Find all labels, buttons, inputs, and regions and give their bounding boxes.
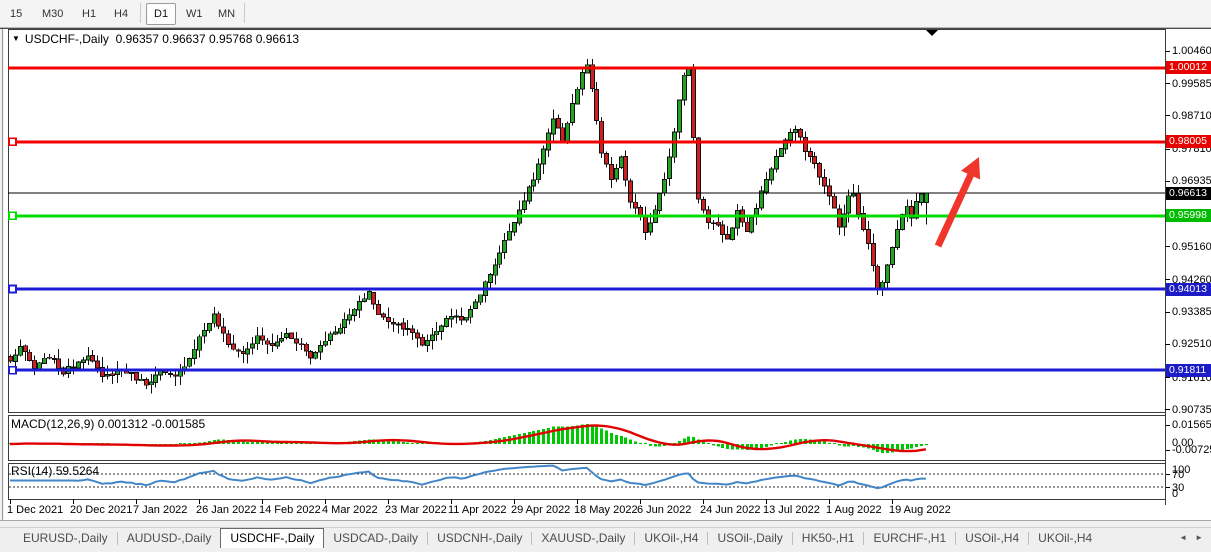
tab-usdcad-daily[interactable]: USDCAD-,Daily	[324, 528, 427, 549]
tab-ukoil-h4[interactable]: UKOil-,H4	[1029, 528, 1101, 549]
rsi-line	[10, 466, 926, 489]
tab-audusd-daily[interactable]: AUDUSD-,Daily	[118, 528, 221, 549]
tab-usoil-daily[interactable]: USOil-,Daily	[708, 528, 791, 549]
tab-usoil-h4[interactable]: USOil-,H4	[956, 528, 1028, 549]
tab-scroll-left-icon[interactable]: ◄	[1175, 528, 1191, 549]
candles-layer	[9, 59, 929, 394]
price-axis-tick-mark	[1165, 409, 1170, 410]
hline-marker	[9, 367, 16, 374]
price-chart-canvas	[0, 0, 1211, 552]
price-axis-tick-mark	[1165, 83, 1170, 84]
price-level-label-0.94013: 0.94013	[1166, 283, 1211, 296]
price-level-label-0.96613: 0.96613	[1166, 187, 1211, 200]
date-axis-label: 13 Jul 2022	[763, 504, 820, 516]
price-axis-tick: 0.95160	[1172, 241, 1211, 253]
level-lines-layer[interactable]	[8, 68, 1165, 374]
price-axis-tick-mark	[1165, 115, 1170, 116]
tab-xauusd-daily[interactable]: XAUUSD-,Daily	[532, 528, 634, 549]
date-axis-label: 26 Jan 2022	[196, 504, 257, 516]
price-level-label-0.91811: 0.91811	[1166, 364, 1211, 377]
price-level-label-0.98005: 0.98005	[1166, 135, 1211, 148]
macd-histogram	[11, 424, 927, 453]
tab-hk50-h1[interactable]: HK50-,H1	[793, 528, 864, 549]
price-axis-tick: 0.92510	[1172, 338, 1211, 350]
date-axis-label: 24 Jun 2022	[700, 504, 761, 516]
price-axis-tick-mark	[1165, 377, 1170, 378]
price-axis-tick: 1.00460	[1172, 45, 1211, 57]
date-axis-label: 14 Feb 2022	[259, 504, 321, 516]
date-axis-label: 18 May 2022	[574, 504, 638, 516]
date-axis-label: 11 Apr 2022	[448, 504, 507, 516]
price-axis-tick-mark	[1165, 344, 1170, 345]
trend-arrow[interactable]	[928, 153, 988, 251]
hline-marker	[9, 286, 16, 293]
price-axis-tick-mark	[1165, 149, 1170, 150]
price-axis-tick: 0.99585	[1172, 78, 1211, 90]
date-axis-label: 29 Apr 2022	[511, 504, 570, 516]
tab-eurusd-daily[interactable]: EURUSD-,Daily	[14, 528, 117, 549]
tab-usdchf-daily[interactable]: USDCHF-,Daily	[220, 528, 324, 549]
date-axis-label: 6 Jun 2022	[637, 504, 691, 516]
price-axis-tick: 0.96935	[1172, 175, 1211, 187]
date-axis-label: 23 Mar 2022	[385, 504, 447, 516]
price-level-label-1.00012: 1.00012	[1166, 61, 1211, 74]
scroll-position-marker	[926, 30, 938, 36]
tab-eurchf-h1[interactable]: EURCHF-,H1	[864, 528, 955, 549]
date-axis-label: 20 Dec 2021	[70, 504, 132, 516]
price-axis-tick-mark	[1165, 181, 1170, 182]
price-axis-tick-mark	[1165, 246, 1170, 247]
date-axis-label: 7 Jan 2022	[133, 504, 187, 516]
bottom-filler	[0, 548, 1211, 552]
hline-marker	[9, 138, 16, 145]
price-axis-tick: 0.98710	[1172, 110, 1211, 122]
tab-scroll-right-icon[interactable]: ►	[1191, 528, 1207, 549]
tab-usdcnh-daily[interactable]: USDCNH-,Daily	[428, 528, 531, 549]
price-level-label-0.95998: 0.95998	[1166, 209, 1211, 222]
date-axis-label: 19 Aug 2022	[889, 504, 951, 516]
price-axis-tick: 0.90735	[1172, 404, 1211, 416]
symbol-tab-bar: EURUSD-,DailyAUDUSD-,DailyUSDCHF-,DailyU…	[0, 527, 1211, 549]
date-axis-label: 1 Dec 2021	[7, 504, 63, 516]
price-axis-tick-mark	[1165, 312, 1170, 313]
date-axis-label: 1 Aug 2022	[826, 504, 882, 516]
macd-signal-line	[10, 426, 926, 452]
tab-ukoil-h4[interactable]: UKOil-,H4	[635, 528, 707, 549]
hline-marker	[9, 212, 16, 219]
date-axis-label: 4 Mar 2022	[322, 504, 378, 516]
mt4-window: 15M30H1H4D1W1MN ▼USDCHF-,Daily 0.96357 0…	[0, 0, 1211, 552]
price-axis-tick-mark	[1165, 51, 1170, 52]
price-axis-tick: 0.93385	[1172, 306, 1211, 318]
price-axis-tick-mark	[1165, 279, 1170, 280]
